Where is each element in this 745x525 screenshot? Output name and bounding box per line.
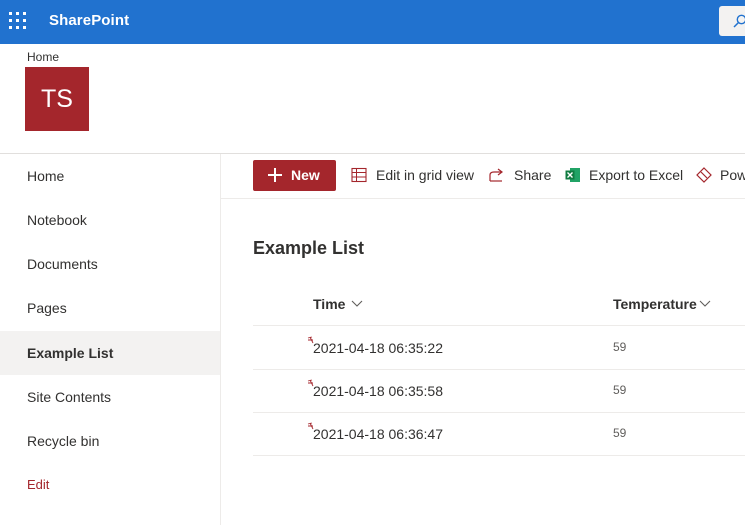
share-label: Share xyxy=(514,167,552,183)
chevron-down-icon xyxy=(699,300,711,307)
suite-bar: SharePoint xyxy=(0,0,745,44)
list-title: Example List xyxy=(253,238,365,258)
row-temperature: 59 xyxy=(613,426,627,440)
row-time[interactable]: 2021-04-18 06:35:22 xyxy=(313,340,443,356)
export-to-excel-label: Export to Excel xyxy=(589,167,684,183)
chevron-down-icon xyxy=(351,300,363,307)
excel-icon xyxy=(565,168,580,182)
search-icon xyxy=(733,14,745,28)
nav-item-example-list[interactable]: Example List xyxy=(0,331,220,375)
plus-icon xyxy=(268,168,282,182)
column-header-temperature-label: Temperature xyxy=(613,296,697,312)
nav-item-site-contents[interactable]: Site Contents xyxy=(0,375,220,419)
nav-item-pages[interactable]: Pages xyxy=(0,286,220,330)
nav-edit-link[interactable]: Edit xyxy=(0,463,220,507)
edit-grid-view-label: Edit in grid view xyxy=(376,167,475,183)
command-bar: New Edit in grid view Share Export to Ex… xyxy=(221,154,745,199)
row-temperature: 59 xyxy=(613,383,627,397)
nav-item-notebook[interactable]: Notebook xyxy=(0,198,220,242)
power-automate-label: Pow xyxy=(720,167,745,183)
new-button[interactable]: New xyxy=(253,160,336,191)
table-row[interactable]: 2021-04-18 06:35:22 59 xyxy=(253,326,745,370)
app-launcher-icon[interactable] xyxy=(9,12,26,29)
column-header-time[interactable]: Time xyxy=(313,296,363,312)
new-button-label: New xyxy=(291,167,320,183)
column-header-time-label: Time xyxy=(313,296,346,312)
nav-item-documents[interactable]: Documents xyxy=(0,242,220,286)
left-navigation: Home Notebook Documents Pages Example Li… xyxy=(0,154,221,525)
row-temperature: 59 xyxy=(613,340,627,354)
grid-icon xyxy=(351,167,367,183)
sharepoint-brand-link[interactable]: SharePoint xyxy=(49,12,129,29)
table-row[interactable]: 2021-04-18 06:35:58 59 xyxy=(253,369,745,413)
row-time[interactable]: 2021-04-18 06:36:47 xyxy=(313,426,443,442)
site-logo[interactable]: TS xyxy=(25,67,89,131)
search-box[interactable] xyxy=(719,6,745,36)
power-automate-icon xyxy=(696,167,712,183)
nav-item-home[interactable]: Home xyxy=(0,154,220,198)
column-header-temperature[interactable]: Temperature xyxy=(613,296,711,312)
share-icon xyxy=(489,168,503,182)
breadcrumb-home[interactable]: Home xyxy=(27,50,59,64)
table-row[interactable]: 2021-04-18 06:36:47 59 xyxy=(253,412,745,456)
nav-item-recycle-bin[interactable]: Recycle bin xyxy=(0,419,220,463)
row-time[interactable]: 2021-04-18 06:35:58 xyxy=(313,383,443,399)
